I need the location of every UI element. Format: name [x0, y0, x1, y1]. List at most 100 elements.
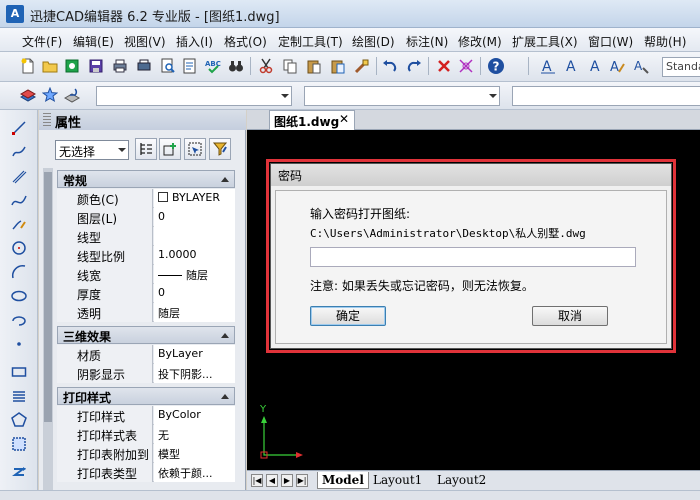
revision-cloud-icon[interactable] — [9, 462, 29, 482]
select-filter-icon[interactable] — [456, 56, 476, 76]
menu-window[interactable]: 窗口(W) — [588, 33, 633, 50]
prop-row-thickness[interactable]: 厚度 0 — [57, 284, 235, 303]
selection-combo[interactable]: 无选择 — [55, 140, 129, 160]
region-icon[interactable] — [9, 434, 29, 454]
prop-row-layer[interactable]: 图层(L) 0 — [57, 208, 235, 227]
filter-icon[interactable] — [209, 138, 231, 160]
layer-combo[interactable] — [96, 86, 292, 106]
menu-insert[interactable]: 插入(I) — [176, 33, 213, 50]
menu-edit[interactable]: 编辑(E) — [73, 33, 114, 50]
ellipse-icon[interactable] — [9, 286, 29, 306]
document-tab[interactable]: 图纸1.dwg ✕ — [269, 110, 355, 130]
spline-icon[interactable] — [9, 190, 29, 210]
menu-format[interactable]: 格式(O) — [224, 33, 267, 50]
last-tab-icon[interactable]: ▶| — [296, 474, 308, 487]
menu-custom-tools[interactable]: 定制工具(T) — [278, 33, 343, 50]
circle-icon[interactable] — [9, 238, 29, 258]
select-objects-icon[interactable] — [159, 138, 181, 160]
prev-tab-icon[interactable]: ◀ — [266, 474, 278, 487]
paste-icon[interactable] — [304, 56, 324, 76]
prop-row-material[interactable]: 材质 ByLayer — [57, 345, 235, 364]
print-preview-icon[interactable] — [158, 56, 178, 76]
toggle-pickadd-icon[interactable] — [135, 138, 157, 160]
prop-value[interactable]: BYLAYER — [154, 189, 235, 208]
publish-icon[interactable] — [180, 56, 200, 76]
prop-row-color[interactable]: 颜色(C) BYLAYER — [57, 189, 235, 208]
prop-row-transparency[interactable]: 透明 随层 — [57, 303, 235, 322]
menu-view[interactable]: 视图(V) — [124, 33, 166, 50]
prop-value[interactable]: ByColor — [154, 406, 235, 425]
password-input[interactable] — [310, 247, 636, 267]
plot-icon[interactable] — [134, 56, 154, 76]
menu-modify[interactable]: 修改(M) — [458, 33, 502, 50]
prop-value[interactable]: 0 — [154, 208, 235, 227]
undo-icon[interactable] — [380, 56, 400, 76]
menu-file[interactable]: 文件(F) — [22, 33, 62, 50]
lineweight-combo[interactable] — [512, 86, 700, 106]
prop-row-plot-style[interactable]: 打印样式 ByColor — [57, 406, 235, 425]
copy-icon[interactable] — [280, 56, 300, 76]
print-icon[interactable] — [110, 56, 130, 76]
polyline-icon[interactable] — [9, 142, 29, 162]
polygon-icon[interactable] — [9, 410, 29, 430]
open-drawing-icon[interactable] — [62, 56, 82, 76]
prop-row-shadow[interactable]: 阴影显示 投下阴影... — [57, 364, 235, 383]
spell-check-icon[interactable]: ABC — [204, 56, 224, 76]
prop-value[interactable]: 随层 — [154, 303, 235, 322]
line-icon[interactable] — [9, 118, 29, 138]
prop-value[interactable]: 随层 — [154, 265, 235, 284]
ellipse-arc-icon[interactable] — [9, 310, 29, 330]
sketch-icon[interactable] — [9, 214, 29, 234]
close-icon[interactable]: ✕ — [339, 112, 349, 126]
menu-draw[interactable]: 绘图(D) — [352, 33, 395, 50]
prop-value[interactable] — [154, 227, 235, 246]
menu-extension-tools[interactable]: 扩展工具(X) — [512, 33, 578, 50]
section-3d-effects[interactable]: 三维效果 — [57, 326, 235, 344]
linetype-combo[interactable] — [304, 86, 500, 106]
tab-model[interactable]: Model — [317, 472, 369, 489]
prop-row-plot-table-type[interactable]: 打印表类型 依赖于颜... — [57, 463, 235, 482]
cancel-button[interactable]: 取消 — [532, 306, 608, 326]
section-general[interactable]: 常规 — [57, 170, 235, 188]
prop-row-plot-style-table[interactable]: 打印样式表 无 — [57, 425, 235, 444]
prop-value[interactable]: 无 — [154, 425, 235, 444]
layer-previous-icon[interactable] — [62, 85, 82, 105]
tab-layout2[interactable]: Layout2 — [433, 472, 490, 489]
save-icon[interactable] — [86, 56, 106, 76]
panel-grip-handle[interactable] — [43, 113, 51, 127]
prop-row-linetype-scale[interactable]: 线型比例 1.0000 — [57, 246, 235, 265]
edit-text-icon[interactable]: A — [608, 56, 628, 76]
open-folder-icon[interactable] — [40, 56, 60, 76]
arc-icon[interactable] — [9, 262, 29, 282]
prop-row-lineweight[interactable]: 线宽 随层 — [57, 265, 235, 284]
prop-value[interactable]: 依赖于颜... — [154, 463, 235, 482]
text-style-combo[interactable]: Standa — [662, 57, 700, 77]
scrollbar-thumb[interactable] — [44, 172, 52, 422]
section-plot-style[interactable]: 打印样式 — [57, 387, 235, 405]
menu-help[interactable]: 帮助(H) — [644, 33, 686, 50]
prop-value[interactable]: 0 — [154, 284, 235, 303]
quick-select-icon[interactable] — [184, 138, 206, 160]
prop-value[interactable]: 1.0000 — [154, 246, 235, 265]
prop-value[interactable]: 投下阴影... — [154, 364, 235, 383]
single-line-text-icon[interactable]: A — [562, 56, 582, 76]
new-file-icon[interactable] — [18, 56, 38, 76]
find-binoculars-icon[interactable] — [226, 56, 246, 76]
match-properties-icon[interactable] — [352, 56, 372, 76]
prop-value[interactable]: ByLayer — [154, 345, 235, 364]
find-text-icon[interactable]: A — [632, 56, 652, 76]
prop-value[interactable]: 模型 — [154, 444, 235, 463]
redo-icon[interactable] — [404, 56, 424, 76]
hatch-icon[interactable] — [9, 386, 29, 406]
multiline-text-icon[interactable]: A — [586, 56, 606, 76]
paste-special-icon[interactable] — [328, 56, 348, 76]
rectangle-icon[interactable] — [9, 362, 29, 382]
multiline-icon[interactable] — [9, 166, 29, 186]
erase-icon[interactable] — [434, 56, 454, 76]
ok-button[interactable]: 确定 — [310, 306, 386, 326]
help-icon[interactable]: ? — [486, 56, 506, 76]
point-icon[interactable] — [9, 334, 29, 354]
layer-state-icon[interactable] — [40, 85, 60, 105]
layer-manager-icon[interactable] — [18, 85, 38, 105]
prop-row-linetype[interactable]: 线型 — [57, 227, 235, 246]
